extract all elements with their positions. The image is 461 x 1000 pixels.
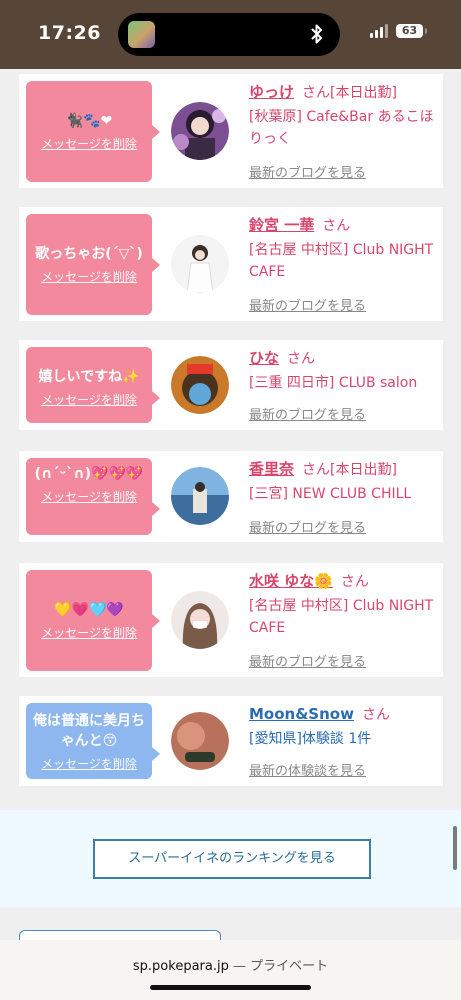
cast-info: ひな さん [三重 四日市] CLUB salon — [249, 347, 435, 394]
message-bubble: 俺は普通に美月ちゃんと😙 メッセージを削除 — [26, 703, 160, 779]
cast-name-link[interactable]: Moon&Snow — [249, 705, 354, 723]
dynamic-island — [118, 13, 340, 56]
status-icons: 63 — [370, 24, 427, 38]
cast-name-link[interactable]: ひな — [249, 349, 279, 367]
avatar[interactable] — [171, 467, 229, 525]
battery-icon: 63 — [396, 24, 427, 38]
signal-icon — [370, 24, 388, 38]
delete-message-link[interactable]: メッセージを削除 — [41, 135, 137, 152]
latest-blog-link[interactable]: 最新のブログを見る — [249, 295, 366, 314]
app-icon — [128, 21, 155, 48]
shop-info: [名古屋 中村区] Club NIGHT CAFE — [249, 242, 434, 280]
message-text: 💛💗🩵💜 — [54, 602, 124, 618]
message-text: 🐈‍⬛🐾❤ — [65, 113, 113, 129]
cast-info: 水咲 ゆな🌼 さん [名古屋 中村区] Club NIGHT CAFE — [249, 570, 435, 639]
cast-info: ゆっけ さん[本日出勤] [秋葉原] Cafe&Bar あるこほりっく — [249, 81, 435, 150]
status-bar: 17:26 63 — [0, 0, 461, 69]
shop-info: [三宮] NEW CLUB CHILL — [249, 486, 412, 502]
honorific: さん — [340, 574, 369, 590]
list-item[interactable]: 嬉しいですね✨ メッセージを削除 ひな さん [三重 四日市] CLUB salo… — [19, 340, 443, 430]
cast-name-link[interactable]: 香里奈 — [249, 460, 294, 478]
list-item[interactable]: 🐈‍⬛🐾❤ メッセージを削除 ゆっけ さん[本日出勤] [秋葉原] Cafe&Ba… — [19, 74, 443, 188]
status-badge: [本日出勤] — [330, 462, 397, 478]
latest-blog-link[interactable]: 最新のブログを見る — [249, 517, 366, 536]
honorific: さん — [302, 462, 331, 478]
delete-message-link[interactable]: メッセージを削除 — [41, 488, 137, 505]
avatar[interactable] — [171, 712, 229, 770]
cast-name-link[interactable]: ゆっけ — [249, 83, 294, 101]
ranking-section: スーパーイイネのランキングを見る — [0, 810, 461, 907]
latest-blog-link[interactable]: 最新のブログを見る — [249, 404, 366, 423]
delete-message-link[interactable]: メッセージを削除 — [41, 268, 137, 285]
url-text: sp.pokepara.jp — プライベート — [0, 955, 461, 974]
list-item[interactable]: 俺は普通に美月ちゃんと😙 メッセージを削除 Moon&Snow さん [愛知県]体… — [19, 696, 443, 786]
latest-blog-link[interactable]: 最新のブログを見る — [249, 162, 366, 181]
shop-info: [秋葉原] Cafe&Bar あるこほりっく — [249, 109, 434, 147]
latest-blog-link[interactable]: 最新のブログを見る — [249, 651, 366, 670]
cast-info: 鈴宮 一華 さん [名古屋 中村区] Club NIGHT CAFE — [249, 214, 435, 283]
message-bubble: (∩ˊᵕˋ∩)💖💖💖 メッセージを削除 — [26, 458, 160, 535]
avatar[interactable] — [171, 356, 229, 414]
shop-info: [名古屋 中村区] Club NIGHT CAFE — [249, 598, 434, 636]
latest-review-link[interactable]: 最新の体験談を見る — [249, 760, 366, 779]
private-label: — プライベート — [228, 959, 329, 974]
honorific: さん — [302, 85, 331, 101]
shop-info: [三重 四日市] CLUB salon — [249, 375, 418, 391]
cast-name-link[interactable]: 水咲 ゆな🌼 — [249, 572, 333, 590]
list-item[interactable]: (∩ˊᵕˋ∩)💖💖💖 メッセージを削除 香里奈 さん[本日出勤] [三宮] NEW… — [19, 451, 443, 542]
avatar[interactable] — [171, 102, 229, 160]
honorific: さん — [287, 351, 316, 367]
bluetooth-icon — [311, 24, 322, 44]
honorific: さん — [361, 707, 390, 723]
shop-info: [愛知県]体験談 1件 — [249, 731, 372, 747]
list-item[interactable]: 💛💗🩵💜 メッセージを削除 水咲 ゆな🌼 さん [名古屋 中村区] Club NI… — [19, 563, 443, 677]
honorific: さん — [322, 218, 351, 234]
delete-message-link[interactable]: メッセージを削除 — [41, 755, 137, 772]
status-badge: [本日出勤] — [330, 85, 397, 101]
message-bubble: 💛💗🩵💜 メッセージを削除 — [26, 570, 160, 671]
delete-message-link[interactable]: メッセージを削除 — [41, 624, 137, 641]
message-bubble: 歌っちゃお(´▽`) メッセージを削除 — [26, 214, 160, 315]
message-text: (∩ˊᵕˋ∩)💖💖💖 — [34, 466, 144, 482]
cast-name-link[interactable]: 鈴宮 一華 — [249, 216, 314, 234]
message-text: 歌っちゃお(´▽`) — [35, 246, 143, 262]
delete-message-link[interactable]: メッセージを削除 — [41, 391, 137, 408]
cast-info: 香里奈 さん[本日出勤] [三宮] NEW CLUB CHILL — [249, 458, 435, 505]
scrollbar[interactable] — [453, 826, 457, 870]
avatar[interactable] — [171, 591, 229, 649]
message-bubble: 嬉しいですね✨ メッセージを削除 — [26, 347, 160, 423]
avatar[interactable] — [171, 235, 229, 293]
list-item[interactable]: 歌っちゃお(´▽`) メッセージを削除 鈴宮 一華 さん [名古屋 中村区] Cl… — [19, 207, 443, 321]
status-time: 17:26 — [38, 22, 101, 44]
ranking-button[interactable]: スーパーイイネのランキングを見る — [93, 839, 371, 879]
message-text: 嬉しいですね✨ — [38, 369, 140, 385]
home-indicator[interactable] — [150, 985, 311, 990]
url-domain: sp.pokepara.jp — [132, 959, 229, 974]
cast-info: Moon&Snow さん [愛知県]体験談 1件 — [249, 703, 435, 750]
message-text: 俺は普通に美月ちゃんと😙 — [33, 713, 145, 749]
browser-url-bar[interactable]: sp.pokepara.jp — プライベート — [0, 940, 461, 1000]
message-bubble: 🐈‍⬛🐾❤ メッセージを削除 — [26, 81, 160, 182]
